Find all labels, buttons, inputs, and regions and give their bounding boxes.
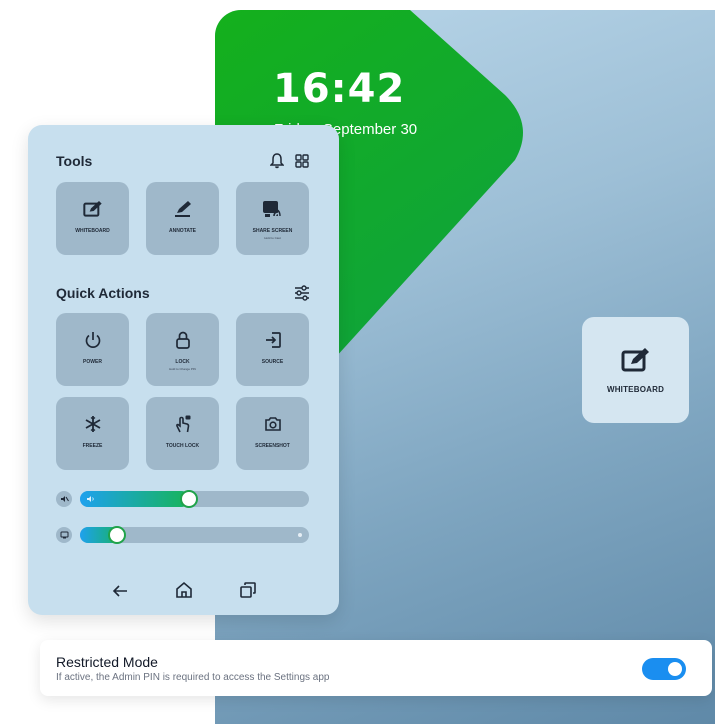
tool-label: WHITEBOARD — [75, 228, 110, 234]
action-power-button[interactable]: POWER — [56, 313, 129, 386]
action-sublabel: Hold to Change PIN — [169, 366, 196, 371]
grid-icon[interactable] — [293, 152, 311, 170]
touch-lock-icon — [174, 414, 192, 434]
home-button[interactable] — [172, 578, 196, 602]
toggle-thumb — [668, 662, 682, 676]
back-arrow-icon — [112, 585, 127, 597]
action-lock-button[interactable]: LOCK Hold to Change PIN — [146, 313, 219, 386]
action-label: LOCK — [175, 359, 190, 365]
tool-annotate-button[interactable]: ANNOTATE — [146, 182, 219, 255]
display-icon[interactable] — [56, 527, 72, 543]
action-label: POWER — [83, 359, 102, 365]
restricted-mode-toggle[interactable] — [642, 658, 686, 680]
action-screenshot-button[interactable]: SCREENSHOT — [236, 397, 309, 470]
action-touch-lock-button[interactable]: TOUCH LOCK — [146, 397, 219, 470]
action-label: FREEZE — [82, 443, 103, 449]
source-icon — [264, 330, 282, 350]
restricted-mode-description: If active, the Admin PIN is required to … — [56, 672, 330, 683]
annotate-icon — [173, 199, 193, 219]
volume-slider-fill — [80, 491, 189, 507]
whiteboard-icon — [82, 199, 103, 219]
brightness-slider-handle[interactable] — [108, 526, 126, 544]
power-icon — [84, 330, 102, 350]
tools-title: Tools — [56, 153, 93, 169]
bell-icon[interactable] — [268, 152, 286, 170]
home-icon — [176, 581, 192, 598]
tool-label: ANNOTATE — [168, 228, 197, 234]
whiteboard-shortcut-tile[interactable]: WHITEBOARD — [582, 317, 689, 423]
back-button[interactable] — [108, 579, 132, 603]
tool-sublabel: Hold to Cast — [264, 235, 281, 240]
quick-actions-title: Quick Actions — [56, 285, 150, 301]
restricted-mode-setting: Restricted Mode If active, the Admin PIN… — [40, 640, 712, 696]
brightness-slider[interactable] — [80, 526, 309, 544]
action-label: TOUCH LOCK — [165, 443, 200, 449]
action-label: SOURCE — [261, 359, 284, 365]
sliders-settings-icon[interactable] — [293, 284, 311, 302]
tool-share-screen-button[interactable]: SHARE SCREEN Hold to Cast — [236, 182, 309, 255]
tool-label: SHARE SCREEN — [252, 228, 293, 234]
lock-icon — [175, 330, 191, 350]
share-screen-icon — [261, 199, 285, 219]
whiteboard-shortcut-label: WHITEBOARD — [606, 384, 665, 394]
action-source-button[interactable]: SOURCE — [236, 313, 309, 386]
snowflake-icon — [84, 414, 102, 434]
recent-apps-button[interactable] — [236, 578, 260, 602]
action-label: SCREENSHOT — [255, 443, 290, 449]
volume-slider[interactable] — [80, 490, 309, 508]
volume-slider-handle[interactable] — [180, 490, 198, 508]
control-panel: Tools WHITEBOARD ANNOTATE SHARE SCREEN H… — [28, 125, 339, 615]
action-freeze-button[interactable]: FREEZE — [56, 397, 129, 470]
mute-icon[interactable] — [56, 491, 72, 507]
tool-whiteboard-button[interactable]: WHITEBOARD — [56, 182, 129, 255]
clock-time: 16:42 — [273, 66, 406, 112]
whiteboard-icon — [621, 347, 649, 371]
volume-low-icon — [87, 496, 94, 502]
camera-icon — [264, 414, 282, 434]
brightness-high-icon — [298, 533, 302, 537]
restricted-mode-title: Restricted Mode — [56, 654, 158, 670]
recent-apps-icon — [240, 582, 256, 598]
